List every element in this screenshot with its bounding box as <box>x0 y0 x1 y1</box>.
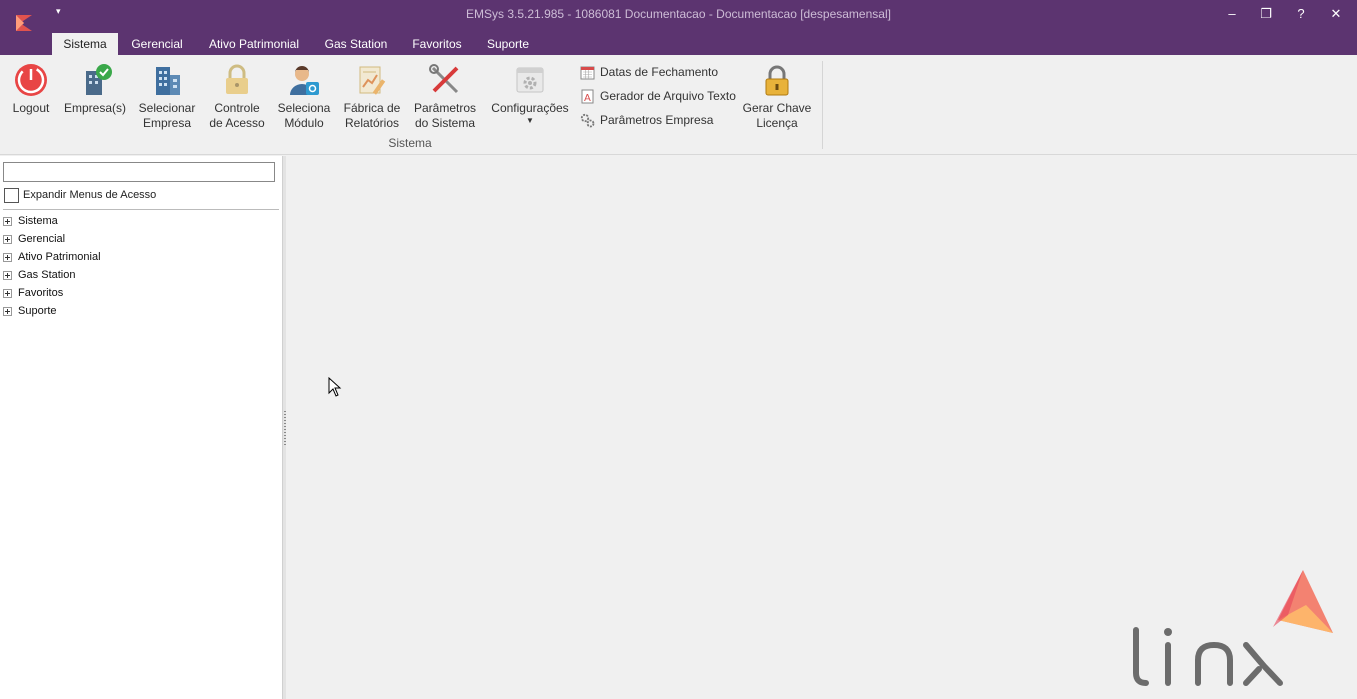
gerador-arquivo-texto-button[interactable]: A Gerador de Arquivo Texto <box>580 87 736 105</box>
parametros-sistema-label: Parâmetros do Sistema <box>413 101 477 130</box>
close-button[interactable]: ✕ <box>1324 4 1348 24</box>
expand-plus-icon[interactable] <box>3 252 12 262</box>
expand-plus-icon[interactable] <box>3 288 12 298</box>
title-bar: ▾ EMSys 3.5.21.985 - 1086081 Documentaca… <box>0 0 1357 33</box>
seleciona-modulo-label: Seleciona Módulo <box>277 101 331 130</box>
menu-tree: Sistema Gerencial Ativo Patrimonial Gas … <box>3 212 101 320</box>
settings-window-icon <box>516 67 544 93</box>
expand-plus-icon[interactable] <box>3 306 12 316</box>
selecionar-empresa-button[interactable]: Selecionar Empresa <box>136 63 198 131</box>
seleciona-modulo-button[interactable]: Seleciona Módulo <box>276 63 332 131</box>
configuracoes-button[interactable]: Configurações ▼ <box>488 63 572 126</box>
tab-sistema[interactable]: Sistema <box>52 33 118 55</box>
gerador-arquivo-texto-label: Gerador de Arquivo Texto <box>600 89 736 103</box>
controle-acesso-button[interactable]: Controle de Acesso <box>208 63 266 131</box>
tab-gerencial[interactable]: Gerencial <box>124 33 190 55</box>
tools-icon <box>429 64 459 94</box>
parametros-empresa-button[interactable]: Parâmetros Empresa <box>580 111 713 129</box>
mouse-cursor-icon <box>328 377 342 397</box>
restore-button[interactable]: ❐ <box>1254 4 1278 24</box>
panel-divider <box>3 209 279 210</box>
tree-item-gas-station[interactable]: Gas Station <box>3 266 101 284</box>
gerar-chave-licenca-label: Gerar Chave Licença <box>742 101 812 130</box>
tab-suporte[interactable]: Suporte <box>478 33 538 55</box>
power-icon <box>15 64 47 96</box>
tree-item-label: Sistema <box>18 215 58 227</box>
ribbon-tabs: Sistema Gerencial Ativo Patrimonial Gas … <box>0 33 1357 55</box>
tab-favoritos[interactable]: Favoritos <box>404 33 470 55</box>
selecionar-empresa-label: Selecionar Empresa <box>138 101 196 130</box>
user-module-icon <box>290 66 319 95</box>
ribbon-group-separator <box>822 61 823 149</box>
linx-logo <box>1133 570 1333 686</box>
tree-item-label: Ativo Patrimonial <box>18 251 101 263</box>
expand-menus-label: Expandir Menus de Acesso <box>23 189 157 201</box>
help-button[interactable]: ? <box>1289 4 1313 24</box>
ribbon-group-label: Sistema <box>388 136 432 150</box>
company-check-icon <box>86 64 112 95</box>
window-title: EMSys 3.5.21.985 - 1086081 Documentacao … <box>466 7 891 21</box>
report-icon <box>359 66 386 95</box>
navigation-panel: Expandir Menus de Acesso Sistema Gerenci… <box>0 156 282 699</box>
fabrica-relatorios-button[interactable]: Fábrica de Relatórios <box>342 63 402 131</box>
ribbon: Logout Empresa(s) Selecionar Empresa Con… <box>0 55 1357 155</box>
tree-item-ativo-patrimonial[interactable]: Ativo Patrimonial <box>3 248 101 266</box>
tree-item-favoritos[interactable]: Favoritos <box>3 284 101 302</box>
expand-menus-checkbox[interactable] <box>4 187 19 203</box>
tree-item-sistema[interactable]: Sistema <box>3 212 101 230</box>
building-icon <box>156 67 180 95</box>
tree-item-gerencial[interactable]: Gerencial <box>3 230 101 248</box>
configuracoes-label: Configurações <box>491 101 569 115</box>
padlock-icon <box>765 65 789 96</box>
tree-item-label: Suporte <box>18 305 57 317</box>
datas-fechamento-button[interactable]: Datas de Fechamento <box>580 63 718 81</box>
chevron-down-icon: ▼ <box>526 116 534 125</box>
expand-plus-icon[interactable] <box>3 270 12 280</box>
datas-fechamento-label: Datas de Fechamento <box>600 65 719 79</box>
tree-item-label: Gas Station <box>18 269 76 281</box>
lock-icon <box>226 64 248 94</box>
expand-plus-icon[interactable] <box>3 216 12 226</box>
tree-item-suporte[interactable]: Suporte <box>3 302 101 320</box>
calendar-icon <box>580 66 595 79</box>
tab-gas-station[interactable]: Gas Station <box>318 33 394 55</box>
gears-icon <box>580 113 595 127</box>
expand-plus-icon[interactable] <box>3 234 12 244</box>
tree-item-label: Gerencial <box>18 233 66 245</box>
empresas-button[interactable]: Empresa(s) <box>64 63 126 116</box>
empresas-label: Empresa(s) <box>64 101 127 115</box>
parametros-sistema-button[interactable]: Parâmetros do Sistema <box>412 63 478 131</box>
logout-label: Logout <box>12 101 50 115</box>
parametros-empresa-label: Parâmetros Empresa <box>600 113 714 127</box>
logout-button[interactable]: Logout <box>6 63 56 116</box>
tree-item-label: Favoritos <box>18 287 64 299</box>
tab-ativo-patrimonial[interactable]: Ativo Patrimonial <box>200 33 308 55</box>
minimize-button[interactable]: ‒ <box>1220 4 1244 24</box>
fabrica-relatorios-label: Fábrica de Relatórios <box>343 101 401 130</box>
text-file-icon: A <box>581 89 594 104</box>
gerar-chave-licenca-button[interactable]: Gerar Chave Licença <box>742 63 812 131</box>
controle-acesso-label: Controle de Acesso <box>209 101 265 130</box>
expand-menus-checkbox-row[interactable]: Expandir Menus de Acesso <box>4 187 156 203</box>
svg-text:A: A <box>584 93 591 104</box>
menu-search-input[interactable] <box>3 162 275 182</box>
